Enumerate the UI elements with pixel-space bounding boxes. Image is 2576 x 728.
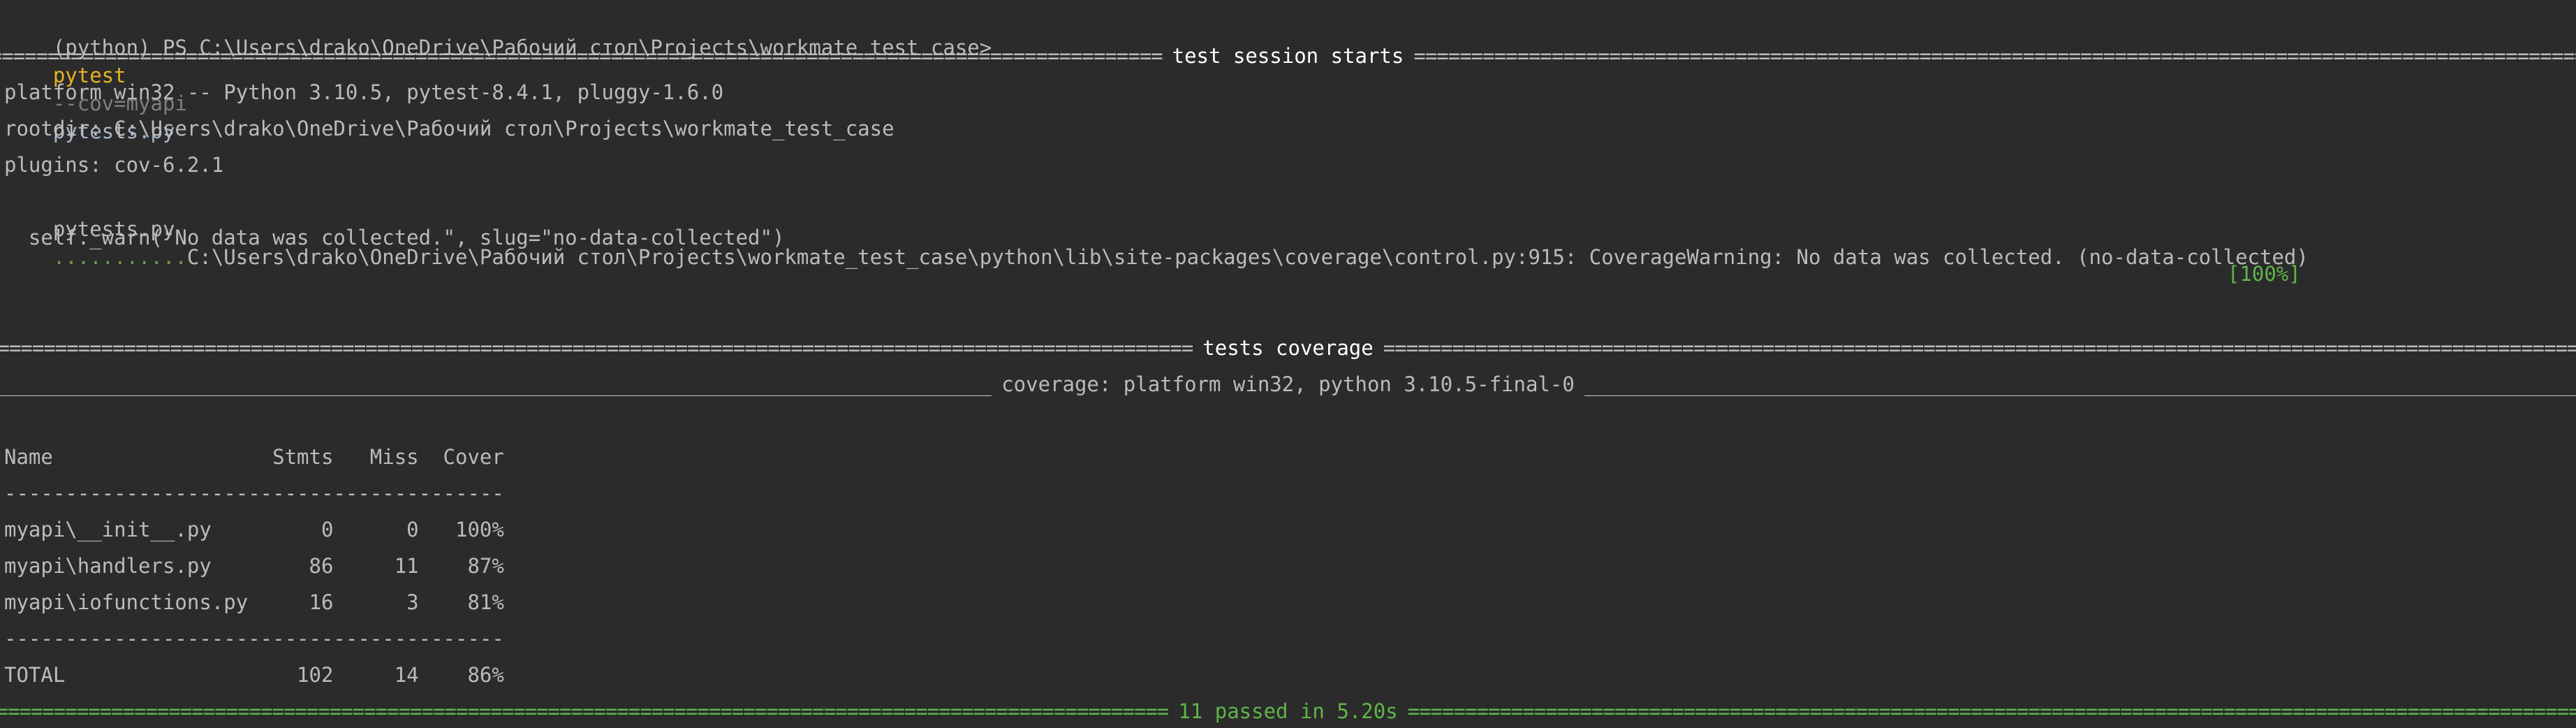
plugins-line: plugins: cov-6.2.1 — [4, 153, 224, 177]
warn-call-line: self._warn("No data was collected.", slu… — [4, 226, 785, 249]
coverage-total-row: TOTAL 102 14 86% — [4, 663, 504, 687]
progress-percent: [100%] — [2228, 262, 2301, 286]
coverage-table-row: myapi\handlers.py 86 11 87% — [4, 554, 504, 578]
separator: ========================================… — [1413, 44, 2576, 68]
coverage-table-row: myapi\iofunctions.py 16 3 81% — [4, 590, 504, 614]
coverage-subheader-text: coverage: platform win32, python 3.10.5-… — [1001, 372, 1575, 396]
separator: ========================================… — [0, 336, 1193, 360]
prompt-line: (python) PS C:\Users\drako\OneDrive\Рабо… — [4, 6, 992, 143]
separator: ========================================… — [0, 44, 1163, 68]
coverage-table-divider: ----------------------------------------… — [4, 481, 504, 505]
separator: ________________________________________… — [1584, 372, 2576, 396]
coverage-table-header: Name Stmts Miss Cover — [4, 445, 504, 469]
summary-line: ========================================… — [0, 697, 2576, 725]
test-progress-line: pytests.py ...........C:\Users\drako\One… — [4, 187, 2309, 269]
separator: ========================================… — [0, 699, 1169, 723]
coverage-header-text: tests coverage — [1202, 336, 1374, 360]
coverage-table-row: myapi\__init__.py 0 0 100% — [4, 518, 504, 541]
separator: ========================================… — [1407, 699, 2576, 723]
session-header-text: test session starts — [1172, 44, 1404, 68]
coverage-header: ========================================… — [0, 334, 2576, 362]
rootdir-line: rootdir: C:\Users\drako\OneDrive\Рабочий… — [4, 117, 895, 140]
coverage-subheader: ________________________________________… — [0, 370, 2576, 398]
separator: ========================================… — [1383, 336, 2576, 360]
summary-text: 11 passed in 5.20s — [1178, 699, 1398, 723]
coverage-table-divider: ----------------------------------------… — [4, 627, 504, 650]
session-header: ========================================… — [0, 42, 2576, 70]
platform-line: platform win32 -- Python 3.10.5, pytest-… — [4, 80, 724, 104]
terminal-window[interactable]: (python) PS C:\Users\drako\OneDrive\Рабо… — [0, 0, 2576, 728]
separator: ________________________________________… — [0, 372, 992, 396]
